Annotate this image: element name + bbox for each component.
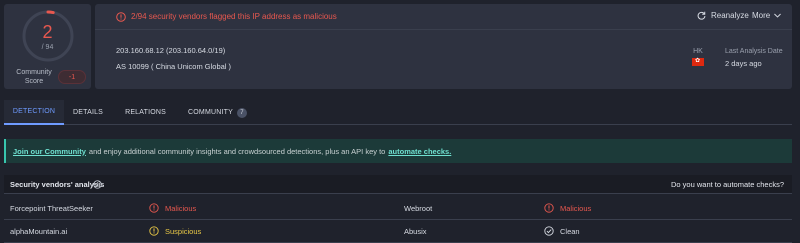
- alert-circle-icon: [149, 203, 159, 213]
- last-analysis-label: Last Analysis Date: [725, 48, 783, 55]
- tab-relations[interactable]: RELATIONS: [116, 100, 175, 125]
- alert-circle-icon: [116, 12, 126, 22]
- last-analysis-value: 2 days ago: [725, 59, 762, 68]
- vendor-name: alphaMountain.ai: [10, 226, 68, 236]
- community-score-label: Community Score: [12, 68, 56, 86]
- more-button[interactable]: More: [752, 11, 782, 20]
- tab-detection[interactable]: DETECTION: [4, 100, 64, 125]
- as-owner[interactable]: AS 10099 ( China Unicom Global ): [116, 62, 231, 71]
- last-analysis: Last Analysis Date 2 days ago: [725, 48, 783, 68]
- automate-checks-link[interactable]: automate checks.: [388, 147, 451, 156]
- banner-text: and enjoy additional community insights …: [88, 146, 386, 156]
- tab-details[interactable]: DETAILS: [64, 100, 112, 125]
- ip-address[interactable]: 203.160.68.12 (203.160.64.0/19): [116, 46, 225, 55]
- alert-circle-icon: [149, 226, 159, 236]
- community-score-label-line2: Score: [24, 78, 44, 85]
- country: HK: [690, 48, 706, 66]
- tab-bar: DETECTION DETAILS RELATIONS COMMUNITY 7: [4, 100, 792, 125]
- detection-score-card: 2 / 94 Community Score -1: [4, 4, 91, 89]
- vendor-result: Malicious: [149, 197, 196, 219]
- reanalyze-button[interactable]: Reanalyze: [697, 11, 749, 20]
- community-score-label-line1: Community: [16, 69, 52, 76]
- refresh-icon: [697, 11, 706, 20]
- alert-text: 2/94 security vendors flagged this IP ad…: [131, 12, 337, 21]
- vendors-title: Security vendors' analysis: [10, 179, 105, 189]
- community-count-badge: 7: [237, 107, 247, 118]
- ip-header-card: 2/94 security vendors flagged this IP ad…: [95, 4, 792, 89]
- detection-total: / 94: [41, 44, 54, 51]
- result-label: Malicious: [560, 203, 592, 213]
- table-row: Forcepoint ThreatSeeker Malicious Webroo…: [4, 197, 792, 220]
- vendor-name: Abusix: [404, 226, 427, 236]
- tab-community-label: COMMUNITY: [188, 109, 233, 116]
- table-row: alphaMountain.ai Suspicious Abusix Clean: [4, 220, 792, 243]
- reanalyze-label: Reanalyze: [711, 11, 749, 20]
- vendor-result: Malicious: [544, 197, 591, 219]
- alert-circle-icon: [544, 203, 554, 213]
- automate-checks-prompt[interactable]: Do you want to automate checks?: [671, 180, 784, 189]
- vendor-result: Clean: [544, 220, 580, 242]
- vendor-name: Webroot: [404, 203, 433, 213]
- community-banner: Join our Community and enjoy additional …: [4, 139, 792, 163]
- vendor-result: Suspicious: [149, 220, 201, 242]
- result-label: Clean: [560, 226, 580, 236]
- detection-count: 2: [42, 22, 53, 42]
- vendors-header: Security vendors' analysis Do you want t…: [4, 175, 792, 194]
- result-label: Suspicious: [165, 226, 202, 236]
- tab-community[interactable]: COMMUNITY 7: [179, 100, 256, 125]
- community-score-badge[interactable]: -1: [58, 70, 86, 84]
- alert-row: 2/94 security vendors flagged this IP ad…: [95, 4, 792, 30]
- more-label: More: [752, 11, 771, 20]
- check-circle-icon: [544, 226, 554, 236]
- vendor-name: Forcepoint ThreatSeeker: [10, 203, 93, 213]
- country-code: HK: [693, 48, 703, 55]
- result-label: Malicious: [165, 203, 197, 213]
- join-community-link[interactable]: Join our Community: [13, 147, 86, 156]
- flag-icon: [692, 57, 704, 66]
- info-icon[interactable]: [93, 180, 102, 189]
- chevron-down-icon: [774, 13, 782, 18]
